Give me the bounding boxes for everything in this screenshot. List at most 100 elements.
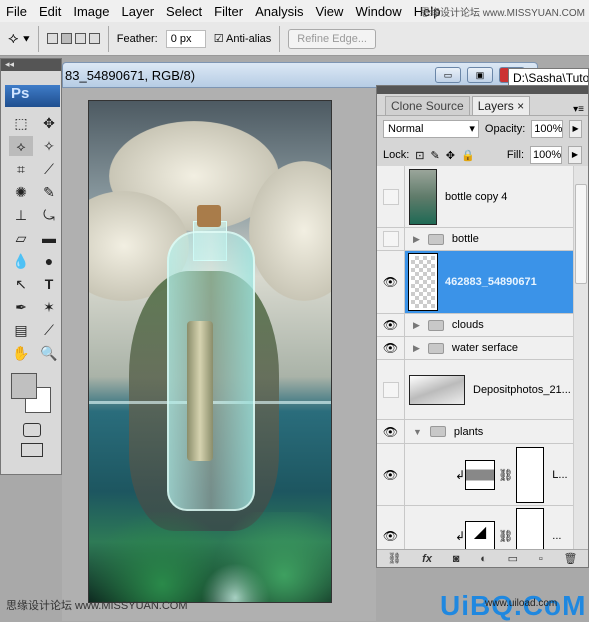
subtract-selection-icon[interactable]	[74, 33, 86, 44]
menu-view[interactable]: View	[309, 4, 349, 19]
visibility-toggle[interactable]: 👁	[377, 337, 405, 359]
blend-mode-select[interactable]: Normal	[383, 120, 479, 138]
add-mask-icon[interactable]: ◙	[453, 553, 460, 565]
fx-icon[interactable]: fx	[422, 553, 432, 565]
menu-layer[interactable]: Layer	[116, 4, 161, 19]
lock-all-icon[interactable]: 🔒	[461, 149, 475, 162]
tab-layers[interactable]: Layers ×	[471, 96, 531, 115]
pen-tool-icon[interactable]: ✒	[9, 297, 33, 317]
layer-row-selected[interactable]: 👁 462883_54890671	[377, 251, 573, 314]
blur-tool-icon[interactable]: 💧	[9, 251, 33, 271]
layer-row[interactable]: Depositphotos_21...	[377, 360, 573, 420]
visibility-toggle[interactable]: 👁	[377, 314, 405, 336]
menu-filter[interactable]: Filter	[208, 4, 249, 19]
zoom-tool-icon[interactable]: 🔍	[37, 343, 61, 363]
lock-pixels-icon[interactable]: ✎	[431, 149, 440, 162]
visibility-toggle[interactable]: 👁	[377, 444, 405, 505]
layer-group-row[interactable]: ▶ bottle	[377, 228, 573, 251]
gradient-tool-icon[interactable]: ▬	[37, 228, 61, 248]
link-layers-icon[interactable]: ⛓	[387, 552, 401, 565]
eyedropper-icon[interactable]: ⟋	[37, 159, 61, 179]
expand-triangle-icon[interactable]: ▶	[413, 234, 420, 245]
refine-edge-button[interactable]: Refine Edge...	[288, 28, 376, 49]
canvas-image[interactable]	[88, 100, 332, 603]
healing-brush-icon[interactable]: ✺	[9, 182, 33, 202]
toolbox-collapse[interactable]: ◂◂	[1, 59, 61, 71]
hand-tool-icon[interactable]: ✋	[9, 343, 33, 363]
lock-position-icon[interactable]: ✥	[446, 149, 455, 162]
visibility-toggle[interactable]: 👁	[377, 420, 405, 443]
adjustment-layer-icon[interactable]: ◐	[480, 553, 487, 565]
lasso-tool-icon[interactable]: ⟡	[9, 136, 33, 156]
visibility-toggle[interactable]	[377, 166, 405, 227]
adjustment-layer-row[interactable]: 👁 ↲ ◢ ⛓ ...	[377, 506, 573, 551]
layer-group-row[interactable]: 👁 ▶ clouds	[377, 314, 573, 337]
menu-select[interactable]: Select	[160, 4, 208, 19]
opacity-input[interactable]: 100%	[531, 120, 564, 138]
new-layer-icon[interactable]: ▫	[539, 553, 543, 565]
shape-thumbnail: ◢	[465, 520, 496, 551]
quick-mask-icon[interactable]	[23, 423, 41, 437]
panel-tabs: Clone Source Layers × ▾≡	[377, 94, 588, 116]
opacity-slider-button[interactable]: ▶	[569, 120, 582, 138]
history-brush-icon[interactable]: ⤿	[37, 205, 61, 225]
dodge-tool-icon[interactable]: ●	[37, 251, 61, 271]
foreground-color-swatch[interactable]	[11, 373, 37, 399]
collapse-triangle-icon[interactable]: ▼	[413, 427, 422, 437]
color-swatches	[9, 369, 61, 417]
menu-file[interactable]: File	[0, 4, 33, 19]
move-tool-icon[interactable]: ✥	[37, 113, 61, 133]
layer-group-row[interactable]: 👁 ▶ water serface	[377, 337, 573, 360]
polygonal-lasso-icon[interactable]: ⟡ ▾	[8, 30, 30, 48]
layers-scrollbar[interactable]	[573, 166, 588, 551]
menu-edit[interactable]: Edit	[33, 4, 67, 19]
menu-analysis[interactable]: Analysis	[249, 4, 309, 19]
link-icon[interactable]: ⛓	[498, 529, 513, 543]
paper-scroll	[187, 321, 213, 461]
link-icon[interactable]: ⛓	[498, 468, 513, 482]
new-selection-icon[interactable]	[46, 33, 58, 44]
visibility-toggle[interactable]: 👁	[377, 251, 405, 313]
visibility-toggle[interactable]	[377, 360, 405, 419]
add-selection-icon[interactable]	[60, 33, 72, 44]
fill-input[interactable]: 100%	[530, 146, 562, 164]
eyedropper-2-icon[interactable]: ⟋	[37, 320, 61, 340]
eraser-icon[interactable]: ▱	[9, 228, 33, 248]
menu-window[interactable]: Window	[349, 4, 407, 19]
type-tool-icon[interactable]: T	[37, 274, 61, 294]
restore-button[interactable]: ▣	[467, 67, 493, 83]
expand-triangle-icon[interactable]: ▶	[413, 320, 420, 331]
clone-stamp-icon[interactable]: ⊥	[9, 205, 33, 225]
crop-tool-icon[interactable]: ⌗	[9, 159, 33, 179]
brush-tool-icon[interactable]: ✎	[37, 182, 61, 202]
trash-icon[interactable]: 🗑	[564, 552, 578, 565]
clip-arrow-icon: ↲	[455, 528, 466, 543]
layer-row[interactable]: bottle copy 4	[377, 166, 573, 228]
tab-clone-source[interactable]: Clone Source	[385, 96, 470, 115]
adjustment-layer-row[interactable]: 👁 ↲ ⛓ L...	[377, 444, 573, 506]
menu-bar: File Edit Image Layer Select Filter Anal…	[0, 0, 589, 22]
lock-transparency-icon[interactable]: ⊡	[415, 149, 424, 162]
feather-input[interactable]: 0 px	[165, 29, 206, 48]
visibility-toggle[interactable]: 👁	[377, 506, 405, 551]
path-select-icon[interactable]: ↖	[9, 274, 33, 294]
marquee-tool-icon[interactable]: ⬚	[9, 113, 33, 133]
menu-image[interactable]: Image	[67, 4, 115, 19]
magic-wand-icon[interactable]: ✧	[37, 136, 61, 156]
expand-triangle-icon[interactable]: ▶	[413, 343, 420, 354]
scrollbar-thumb[interactable]	[575, 184, 587, 284]
minimize-button[interactable]: ▭	[435, 67, 461, 83]
folder-icon	[429, 426, 446, 437]
layer-name: bottle	[451, 233, 479, 245]
screen-mode-icon[interactable]	[21, 443, 43, 457]
layer-thumbnail	[409, 374, 465, 405]
panel-menu-icon[interactable]: ▾≡	[573, 104, 584, 115]
antialias-checkbox[interactable]: ☑ Anti-alias	[214, 32, 272, 45]
shape-tool-icon[interactable]: ✶	[37, 297, 61, 317]
fill-slider-button[interactable]: ▶	[568, 146, 582, 164]
notes-tool-icon[interactable]: ▤	[9, 320, 33, 340]
new-group-icon[interactable]: ▭	[508, 552, 518, 565]
layer-group-row[interactable]: 👁 ▼ plants	[377, 420, 573, 444]
intersect-selection-icon[interactable]	[88, 33, 100, 44]
visibility-toggle[interactable]	[377, 228, 405, 250]
